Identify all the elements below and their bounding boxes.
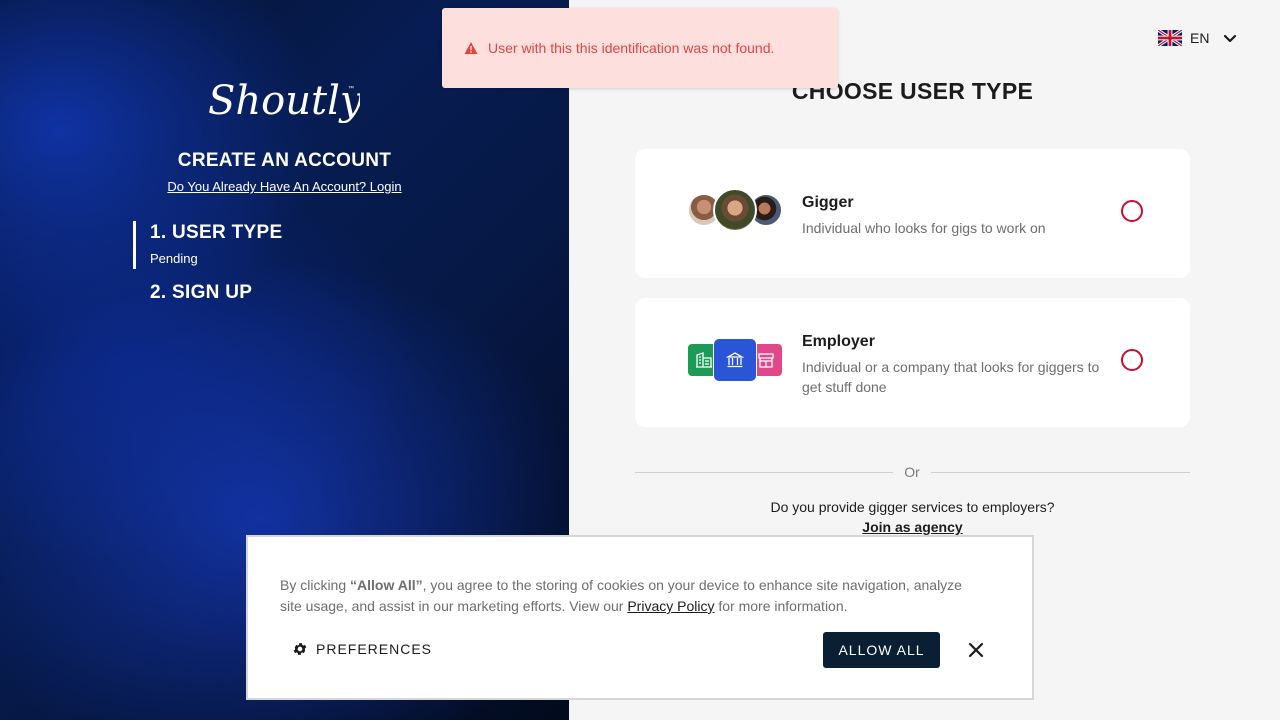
language-code: EN (1190, 30, 1210, 46)
step-user-type-status: Pending (150, 251, 198, 266)
join-agency-link[interactable]: Join as agency (635, 519, 1190, 535)
error-message: User with this this identification was n… (488, 40, 775, 56)
uk-flag-icon (1158, 30, 1182, 46)
error-toast: User with this this identification was n… (442, 8, 838, 88)
divider-line (931, 472, 1190, 473)
gear-icon (293, 643, 307, 655)
divider-line (635, 472, 893, 473)
active-step-indicator (133, 221, 136, 269)
preferences-button[interactable]: PREFERENCES (292, 641, 432, 657)
agency-question: Do you provide gigger services to employ… (770, 499, 1055, 515)
employer-description: Individual or a company that looks for g… (802, 359, 1100, 395)
preferences-label: PREFERENCES (316, 641, 433, 657)
privacy-policy-link[interactable]: Privacy Policy (627, 598, 714, 614)
step-sign-up-title: 2. SIGN UP (150, 282, 253, 303)
close-icon[interactable] (966, 640, 986, 660)
svg-text:Shoutly: Shoutly (208, 78, 360, 124)
step-user-type-title: 1. USER TYPE (150, 222, 283, 243)
cookie-banner: By clicking “Allow All”, you agree to th… (246, 535, 1034, 700)
login-link[interactable]: Do You Already Have An Account? Login (0, 179, 569, 194)
gigger-radio[interactable] (1121, 200, 1143, 222)
gigger-description: Individual who looks for gigs to work on (802, 220, 1046, 236)
gigger-avatar (713, 188, 757, 232)
user-type-card-gigger[interactable]: Gigger Individual who looks for gigs to … (635, 149, 1190, 278)
employer-title: Employer (802, 333, 875, 350)
employer-radio[interactable] (1121, 349, 1143, 371)
or-divider: Or (635, 462, 1190, 482)
cookie-text: By clicking “Allow All”, you agree to th… (280, 575, 980, 617)
user-type-card-employer[interactable]: Employer Individual or a company that lo… (635, 298, 1190, 427)
create-account-title: CREATE AN ACCOUNT (177, 150, 392, 171)
language-selector[interactable]: EN (1158, 28, 1237, 48)
cookie-text-allow-all: “Allow All” (350, 577, 423, 593)
bank-building-icon (714, 339, 756, 381)
shoutly-logo: Shoutly ™ (208, 78, 360, 124)
warning-icon (464, 42, 478, 54)
allow-all-button[interactable]: ALLOW ALL (823, 632, 940, 668)
cookie-text-intro: By clicking (280, 577, 351, 593)
divider-text: Or (904, 464, 920, 480)
cookie-text-outro: for more information. (714, 598, 848, 614)
svg-text:™: ™ (348, 85, 354, 92)
chevron-down-icon (1224, 34, 1237, 43)
gigger-title: Gigger (802, 194, 854, 211)
